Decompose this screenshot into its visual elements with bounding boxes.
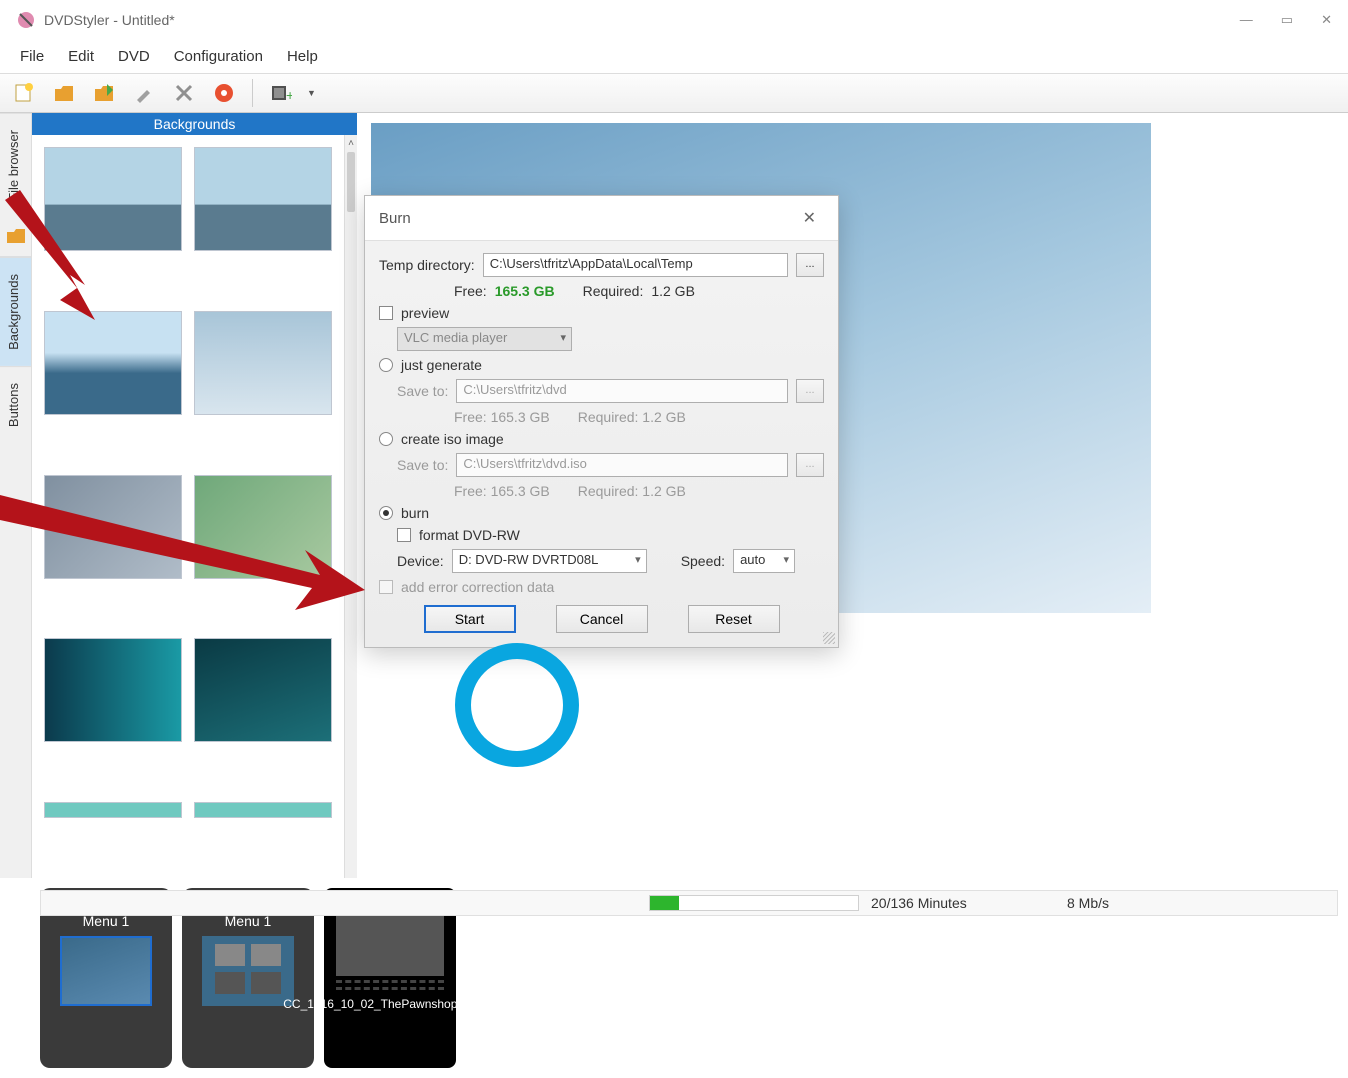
status-bitrate: 8 Mb/s xyxy=(1067,895,1109,911)
required-value: 1.2 GB xyxy=(651,283,695,299)
background-thumb[interactable] xyxy=(194,802,332,818)
reset-button[interactable]: Reset xyxy=(688,605,780,633)
resize-grip-icon[interactable] xyxy=(823,632,835,644)
timeline-thumb xyxy=(60,936,152,1006)
backgrounds-grid xyxy=(32,135,344,878)
disc-usage-fill xyxy=(650,896,679,910)
clip-label: CC_1916_10_02_ThePawnshop_512kb xyxy=(281,994,499,1014)
iso-free: Free: 165.3 GB xyxy=(454,483,550,499)
preview-checkbox[interactable] xyxy=(379,306,393,320)
minimize-button[interactable]: — xyxy=(1240,12,1253,28)
free-value: 165.3 GB xyxy=(495,283,555,299)
ecc-label: add error correction data xyxy=(401,579,554,595)
just-generate-radio[interactable] xyxy=(379,358,393,372)
saveto2-label: Save to: xyxy=(397,457,448,473)
window-title: DVDStyler - Untitled* xyxy=(44,12,1240,28)
dialog-close-button[interactable]: ✕ xyxy=(795,206,824,230)
preview-player-select[interactable]: VLC media player xyxy=(397,327,572,351)
scroll-thumb[interactable] xyxy=(347,152,355,212)
close-button[interactable]: ✕ xyxy=(1321,12,1332,28)
preview-label: preview xyxy=(401,305,449,321)
create-iso-label: create iso image xyxy=(401,431,504,447)
background-thumb[interactable] xyxy=(44,311,182,415)
speed-select[interactable]: auto xyxy=(733,549,795,573)
add-clip-dropdown-icon[interactable]: ▼ xyxy=(307,88,316,98)
burn-radio[interactable] xyxy=(379,506,393,520)
saveto1-input[interactable]: C:\Users\tfritz\dvd xyxy=(456,379,788,403)
gen-req: Required: 1.2 GB xyxy=(578,409,686,425)
disc-usage-bar xyxy=(649,895,859,911)
background-thumb[interactable] xyxy=(44,802,182,818)
create-iso-radio[interactable] xyxy=(379,432,393,446)
save-button[interactable] xyxy=(88,77,120,109)
maximize-button[interactable]: ▭ xyxy=(1281,12,1293,28)
gen-free: Free: 165.3 GB xyxy=(454,409,550,425)
background-thumb[interactable] xyxy=(194,638,332,742)
status-minutes: 20/136 Minutes xyxy=(871,895,967,911)
speed-label: Speed: xyxy=(681,553,725,569)
start-button[interactable]: Start xyxy=(424,605,516,633)
burn-label: burn xyxy=(401,505,429,521)
background-thumb[interactable] xyxy=(44,147,182,251)
device-label: Device: xyxy=(397,553,444,569)
clip-thumb xyxy=(336,906,444,976)
new-button[interactable] xyxy=(8,77,40,109)
open-button[interactable] xyxy=(48,77,80,109)
just-generate-label: just generate xyxy=(401,357,482,373)
burn-button[interactable] xyxy=(208,77,240,109)
menubar: File Edit DVD Configuration Help xyxy=(0,40,1348,73)
required-label: Required: xyxy=(583,283,644,299)
svg-text:+: + xyxy=(286,87,292,103)
menu-help[interactable]: Help xyxy=(277,44,328,69)
scroll-up-icon[interactable]: ˄ xyxy=(345,135,357,152)
toolbar-separator xyxy=(252,79,253,107)
timeline-thumb xyxy=(202,936,294,1006)
filmstrip-icon xyxy=(336,980,444,990)
side-tabs: File browser Backgrounds Buttons xyxy=(0,113,32,878)
background-thumb[interactable] xyxy=(194,311,332,415)
temp-dir-label: Temp directory: xyxy=(379,257,475,273)
brush-button[interactable] xyxy=(128,77,160,109)
saveto1-label: Save to: xyxy=(397,383,448,399)
side-tab-folder-icon[interactable] xyxy=(0,217,31,257)
backgrounds-scrollbar[interactable]: ˄ xyxy=(344,135,357,878)
menu-edit[interactable]: Edit xyxy=(58,44,104,69)
menu-file[interactable]: File xyxy=(10,44,54,69)
side-tab-file-browser[interactable]: File browser xyxy=(0,113,31,217)
temp-dir-browse-button[interactable]: ... xyxy=(796,253,824,277)
backgrounds-header: Backgrounds xyxy=(32,113,357,135)
cancel-button[interactable]: Cancel xyxy=(556,605,648,633)
saveto2-browse-button[interactable]: ... xyxy=(796,453,824,477)
statusbar: 20/136 Minutes 8 Mb/s xyxy=(40,890,1338,916)
saveto2-input[interactable]: C:\Users\tfritz\dvd.iso xyxy=(456,453,788,477)
ecc-checkbox[interactable] xyxy=(379,580,393,594)
app-icon xyxy=(16,10,36,30)
menu-dvd[interactable]: DVD xyxy=(108,44,160,69)
device-select[interactable]: D: DVD-RW DVRTD08L xyxy=(452,549,647,573)
menu-configuration[interactable]: Configuration xyxy=(164,44,273,69)
titlebar: DVDStyler - Untitled* — ▭ ✕ xyxy=(0,0,1348,40)
format-dvdrw-checkbox[interactable] xyxy=(397,528,411,542)
background-thumb[interactable] xyxy=(194,147,332,251)
background-thumb[interactable] xyxy=(194,475,332,579)
side-tab-backgrounds[interactable]: Backgrounds xyxy=(0,257,31,366)
dialog-title: Burn xyxy=(379,210,795,227)
side-tab-buttons[interactable]: Buttons xyxy=(0,366,31,443)
burn-dialog: Burn ✕ Temp directory: C:\Users\tfritz\A… xyxy=(364,195,839,648)
toolbar: + ▼ xyxy=(0,73,1348,113)
temp-dir-input[interactable]: C:\Users\tfritz\AppData\Local\Temp xyxy=(483,253,788,277)
iso-req: Required: 1.2 GB xyxy=(578,483,686,499)
background-thumb[interactable] xyxy=(44,638,182,742)
saveto1-browse-button[interactable]: ... xyxy=(796,379,824,403)
free-label: Free: xyxy=(454,283,487,299)
settings-button[interactable] xyxy=(168,77,200,109)
dialog-titlebar: Burn ✕ xyxy=(365,196,838,241)
format-dvdrw-label: format DVD-RW xyxy=(419,527,520,543)
backgrounds-panel: Backgrounds ˄ xyxy=(32,113,357,878)
add-clip-button[interactable]: + xyxy=(265,77,297,109)
background-thumb[interactable] xyxy=(44,475,182,579)
